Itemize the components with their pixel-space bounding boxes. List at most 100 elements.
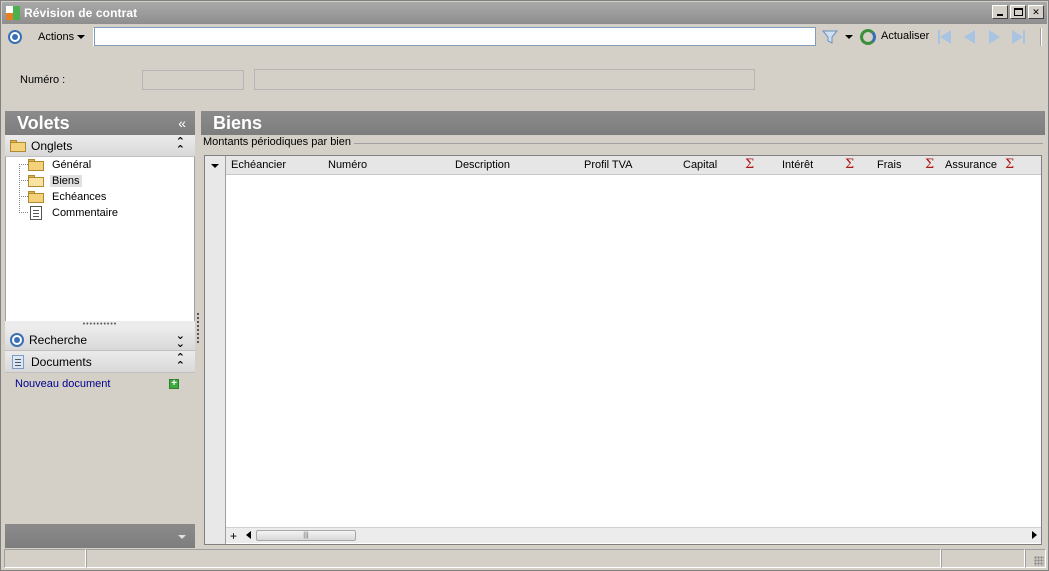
- row-header-column: [205, 156, 226, 544]
- section-divider: [349, 143, 1043, 144]
- numero-description-field[interactable]: [254, 69, 755, 90]
- refresh-button[interactable]: Actualiser: [881, 30, 929, 42]
- tree-item-label: Général: [52, 159, 92, 171]
- tree-connector: [19, 180, 28, 181]
- close-button[interactable]: ✕: [1028, 5, 1044, 19]
- search-icon: [10, 332, 24, 347]
- documents-group-header[interactable]: Documents ⌃ ⌃: [5, 351, 195, 373]
- column-header-frais[interactable]: Frais: [877, 159, 901, 171]
- section-label: Montants périodiques par bien: [203, 136, 354, 148]
- sum-icon[interactable]: Σ: [925, 157, 934, 172]
- toolbar: Actions Actualiser: [2, 25, 1047, 49]
- column-header-description[interactable]: Description: [455, 159, 510, 171]
- left-pane: Volets « Onglets ⌃ ⌃ Général Biens Echéa…: [5, 111, 195, 548]
- close-icon: ✕: [1032, 7, 1040, 17]
- status-cell: [941, 549, 1025, 568]
- volets-title: Volets: [17, 113, 70, 133]
- minimize-button[interactable]: [992, 5, 1008, 19]
- biens-header: Biens: [201, 111, 1045, 135]
- column-header-interet[interactable]: Intérêt: [782, 159, 813, 171]
- column-header-numero[interactable]: Numéro: [328, 159, 367, 171]
- add-row-icon[interactable]: +: [230, 529, 237, 543]
- chevron-up-double-icon[interactable]: ⌃ ⌃: [176, 137, 185, 156]
- actions-label: Actions: [38, 31, 75, 43]
- previous-record-icon[interactable]: [961, 30, 977, 44]
- montants-grid[interactable]: Echéancier Numéro Description Profil TVA…: [204, 155, 1042, 545]
- tree-item-echeances[interactable]: Echéances: [28, 189, 108, 205]
- status-bar: [4, 549, 1046, 568]
- chevron-down-icon[interactable]: [178, 535, 186, 539]
- tree-item-label: Commentaire: [52, 207, 119, 219]
- record-navigation: [936, 30, 1027, 44]
- maximize-icon: [1014, 8, 1023, 16]
- resize-grip-icon[interactable]: [1034, 556, 1044, 566]
- search-input[interactable]: [94, 27, 816, 46]
- onglets-label: Onglets: [31, 138, 73, 153]
- column-header-capital[interactable]: Capital: [683, 159, 717, 171]
- column-header-echeancier[interactable]: Echéancier: [231, 159, 286, 171]
- last-record-icon[interactable]: [1011, 30, 1027, 44]
- pane-splitter[interactable]: [197, 313, 199, 343]
- document-icon: [30, 206, 42, 220]
- folder-open-icon: [28, 175, 44, 187]
- volets-header: Volets «: [5, 111, 195, 135]
- search-mode-icon[interactable]: [8, 30, 22, 44]
- tree-connector: [19, 164, 20, 213]
- group-splitter[interactable]: ••••••••••: [5, 321, 195, 329]
- maximize-button[interactable]: [1010, 5, 1026, 19]
- tree-item-biens[interactable]: Biens: [28, 173, 82, 189]
- window-title: Révision de contrat: [24, 6, 138, 20]
- status-cell: [86, 549, 941, 568]
- tree-item-general[interactable]: Général: [28, 157, 93, 173]
- tree-connector: [19, 164, 28, 165]
- recherche-label: Recherche: [29, 332, 88, 347]
- numero-label: Numéro :: [20, 74, 66, 86]
- recherche-group-header[interactable]: Recherche ⌄ ⌄: [5, 329, 195, 351]
- add-icon[interactable]: +: [169, 379, 179, 389]
- chevron-down-double-icon[interactable]: ⌄ ⌄: [176, 331, 185, 350]
- tree-item-label: Echéances: [52, 191, 107, 203]
- right-pane: Biens Montants périodiques par bien Eché…: [201, 111, 1045, 548]
- biens-title: Biens: [213, 113, 263, 133]
- tree-connector: [19, 212, 28, 213]
- new-document-link[interactable]: Nouveau document: [15, 378, 110, 390]
- scroll-right-icon[interactable]: [1032, 531, 1037, 539]
- minimize-icon: [997, 14, 1003, 16]
- tree-item-label: Biens: [50, 175, 82, 187]
- row-indicator-icon[interactable]: [211, 164, 219, 168]
- scroll-thumb[interactable]: |||: [256, 530, 356, 541]
- status-cell: [4, 549, 86, 568]
- onglets-tree: Général Biens Echéances Commentaire: [5, 157, 195, 321]
- refresh-icon[interactable]: [860, 29, 876, 45]
- filter-icon[interactable]: [822, 29, 838, 45]
- chevron-down-icon: [77, 35, 86, 39]
- toolbar-separator: [1040, 28, 1042, 46]
- title-bar[interactable]: Révision de contrat ✕: [2, 2, 1047, 24]
- folder-icon: [28, 159, 44, 171]
- column-header-profil-tva[interactable]: Profil TVA: [584, 159, 633, 171]
- numero-field[interactable]: [142, 70, 244, 90]
- tree-connector: [19, 196, 28, 197]
- sum-icon[interactable]: Σ: [745, 157, 754, 172]
- actions-menu-button[interactable]: Actions: [36, 27, 87, 47]
- documents-label: Documents: [31, 354, 92, 369]
- onglets-group-header[interactable]: Onglets ⌃ ⌃: [5, 135, 195, 157]
- scroll-left-icon[interactable]: [246, 531, 251, 539]
- app-icon: [6, 6, 20, 20]
- sum-icon[interactable]: Σ: [1005, 157, 1014, 172]
- grid-header-row: Echéancier Numéro Description Profil TVA…: [226, 156, 1041, 175]
- documents-panel: Nouveau document +: [5, 373, 195, 519]
- first-record-icon[interactable]: [936, 30, 952, 44]
- tree-item-commentaire[interactable]: Commentaire: [28, 205, 120, 221]
- sum-icon[interactable]: Σ: [845, 157, 854, 172]
- filter-dropdown-icon[interactable]: [845, 35, 853, 39]
- horizontal-scrollbar[interactable]: + |||: [226, 527, 1041, 543]
- app-window: Révision de contrat ✕ Actions Actualiser: [0, 0, 1049, 571]
- left-pane-footer[interactable]: [5, 524, 195, 548]
- column-header-assurance[interactable]: Assurance: [945, 159, 997, 171]
- collapse-pane-icon[interactable]: «: [178, 111, 186, 135]
- document-icon: [12, 354, 24, 369]
- chevron-up-double-icon[interactable]: ⌃ ⌃: [176, 353, 185, 372]
- next-record-icon[interactable]: [986, 30, 1002, 44]
- window-controls: ✕: [992, 5, 1044, 19]
